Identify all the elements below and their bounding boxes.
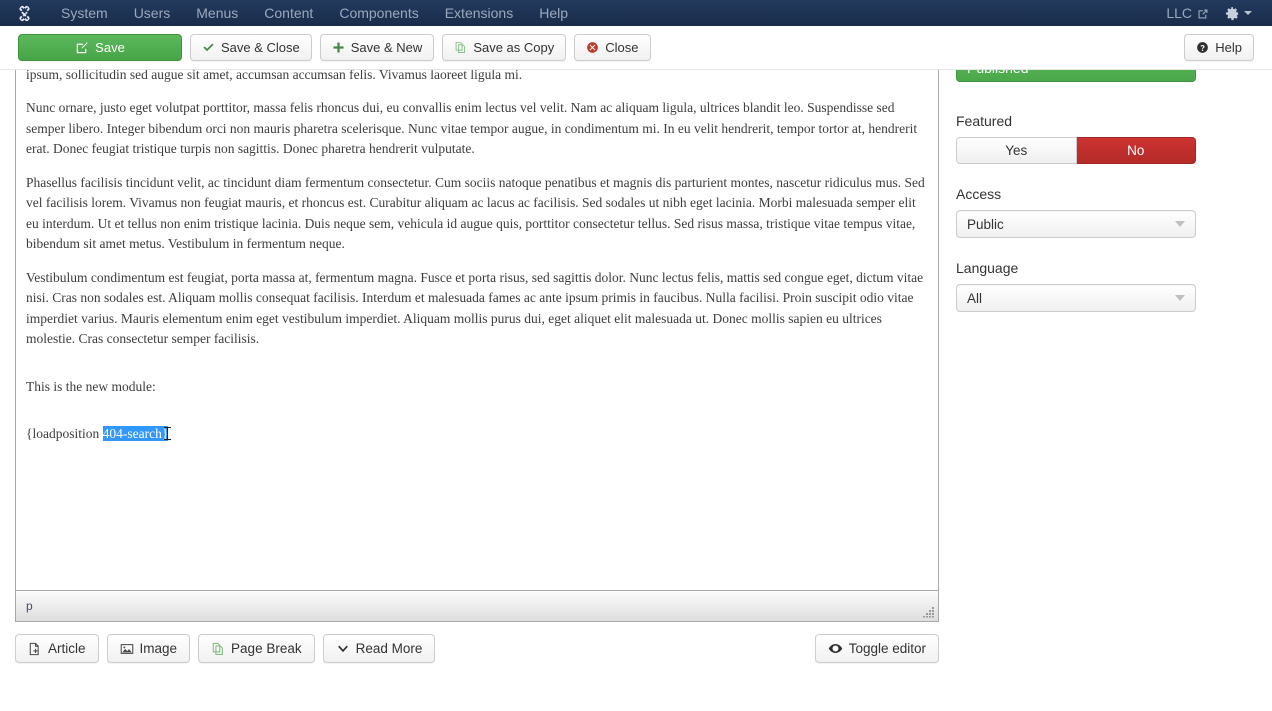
circle-question-icon [1196, 41, 1209, 54]
editor-paragraph: Phasellus facilisis tincidunt velit, ac … [26, 174, 925, 252]
chevron-down-icon [336, 642, 350, 656]
help-button[interactable]: Help [1184, 34, 1254, 61]
save-and-close-label: Save & Close [221, 40, 300, 55]
shortcode-prefix: {loadposition [26, 426, 103, 442]
nav-item-content[interactable]: Content [251, 0, 326, 26]
save-as-copy-button[interactable]: Save as Copy [442, 34, 567, 61]
featured-yes-button[interactable]: Yes [956, 137, 1077, 164]
save-and-new-button[interactable]: Save & New [319, 34, 435, 61]
check-icon [202, 41, 215, 54]
editor-element-path[interactable]: p [26, 599, 33, 613]
chevron-down-icon [1175, 295, 1185, 301]
top-navigation-bar: System Users Menus Content Components Ex… [0, 0, 1272, 26]
text-cursor-icon [164, 427, 172, 441]
status-select[interactable]: Published [956, 70, 1196, 82]
article-options-sidebar: Published Featured Yes No Access Public … [956, 70, 1196, 312]
insert-article-button[interactable]: Article [15, 634, 99, 663]
nav-item-extensions[interactable]: Extensions [432, 0, 526, 26]
toggle-editor-label: Toggle editor [848, 641, 926, 656]
view-site-link[interactable]: LLC [1162, 3, 1213, 23]
insert-image-button[interactable]: Image [106, 634, 191, 663]
joomla-logo-icon[interactable] [14, 3, 34, 23]
access-select-value: Public [967, 216, 1004, 232]
save-button[interactable]: Save [18, 34, 182, 61]
insert-read-more-label: Read More [355, 641, 423, 656]
options-menu-button[interactable] [1219, 4, 1258, 23]
editor-paragraph: Nunc ornare, justo eget volutpat porttit… [26, 100, 918, 157]
save-and-close-button[interactable]: Save & Close [190, 34, 312, 61]
nav-item-components[interactable]: Components [326, 0, 431, 26]
language-select-value: All [967, 290, 983, 306]
nav-right-group: LLC [1162, 3, 1260, 23]
save-and-new-label: Save & New [350, 40, 423, 55]
insert-article-label: Article [48, 641, 86, 656]
editor-shortcode-line[interactable]: {loadposition 404-search} [26, 424, 928, 445]
close-button[interactable]: Close [574, 34, 651, 61]
nav-item-menus[interactable]: Menus [183, 0, 251, 26]
close-button-label: Close [605, 40, 639, 55]
access-select[interactable]: Public [956, 210, 1196, 238]
nav-item-system[interactable]: System [48, 0, 121, 26]
document-plus-icon [28, 642, 42, 656]
shortcode-selected-text[interactable]: 404-search [102, 426, 162, 442]
action-toolbar: Save Save & Close Save & New Save as Cop… [0, 26, 1272, 70]
chevron-down-icon [1175, 221, 1185, 227]
toggle-editor-group: Toggle editor [814, 634, 939, 663]
editor-body[interactable]: pulvinar arcu. Cras adipiscing nisl leo,… [16, 70, 938, 445]
view-site-label: LLC [1166, 5, 1192, 21]
editor-content-frame[interactable]: pulvinar arcu. Cras adipiscing nisl leo,… [15, 70, 939, 591]
help-button-label: Help [1215, 40, 1242, 55]
toolbar-right-group: Help [1184, 34, 1254, 61]
editor-intro-line: This is the new module: [26, 378, 156, 394]
save-as-copy-label: Save as Copy [473, 40, 555, 55]
resize-grip-icon[interactable] [923, 606, 935, 618]
circle-x-icon [586, 41, 599, 54]
featured-field: Featured Yes No [956, 113, 1196, 164]
featured-toggle-group: Yes No [956, 137, 1196, 164]
main-menu: System Users Menus Content Components Ex… [48, 0, 581, 26]
article-editor-column: pulvinar arcu. Cras adipiscing nisl leo,… [15, 70, 939, 663]
access-label: Access [956, 186, 1002, 202]
access-field: Access Public [956, 186, 1196, 238]
insert-page-break-label: Page Break [231, 641, 302, 656]
copy-icon [454, 41, 467, 54]
page-break-icon [211, 642, 225, 656]
nav-item-help[interactable]: Help [526, 0, 581, 26]
plus-icon [332, 41, 345, 54]
picture-icon [120, 642, 134, 656]
gear-icon [1225, 6, 1240, 21]
nav-item-users[interactable]: Users [121, 0, 184, 26]
main-content-area: pulvinar arcu. Cras adipiscing nisl leo,… [0, 70, 1272, 711]
status-select-value: Published [967, 70, 1029, 76]
editor-paragraph: Vestibulum condimentum est feugiat, port… [26, 269, 924, 347]
language-field: Language All [956, 260, 1196, 312]
language-label: Language [956, 260, 1019, 276]
insert-page-break-button[interactable]: Page Break [198, 634, 315, 663]
toggle-editor-button[interactable]: Toggle editor [814, 634, 939, 663]
editor-paragraph: pulvinar arcu. Cras adipiscing nisl leo,… [26, 70, 523, 82]
save-button-label: Save [95, 40, 125, 55]
external-link-icon [1197, 7, 1209, 19]
insert-image-label: Image [139, 641, 178, 656]
editor-insert-buttons: Article Image Page Break Read More Toggl… [15, 634, 939, 663]
pencil-square-icon [75, 41, 89, 55]
featured-no-button[interactable]: No [1076, 137, 1196, 164]
eye-icon [828, 641, 843, 656]
insert-read-more-button[interactable]: Read More [322, 634, 436, 663]
featured-label: Featured [956, 113, 1013, 129]
chevron-down-icon [1244, 11, 1252, 15]
language-select[interactable]: All [956, 284, 1196, 312]
editor-status-bar: p [15, 591, 939, 622]
